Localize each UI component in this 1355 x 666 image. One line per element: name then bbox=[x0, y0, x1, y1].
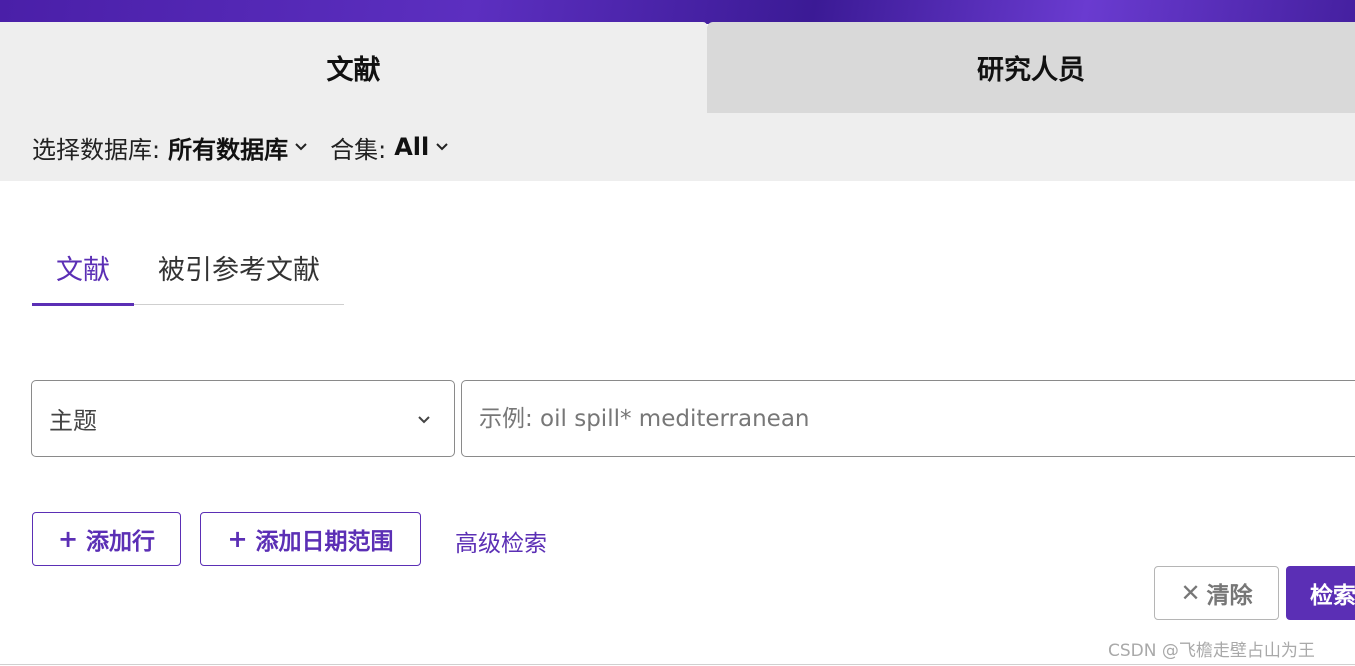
watermark: CSDN @飞檐走壁占山为王 bbox=[1108, 641, 1315, 661]
database-selector[interactable]: 选择数据库: 所有数据库 bbox=[32, 130, 308, 165]
database-value: 所有数据库 bbox=[168, 135, 289, 164]
clear-label: 清除 bbox=[1206, 583, 1253, 609]
tab-researchers[interactable]: 研究人员 bbox=[707, 22, 1355, 113]
sub-tabs: 文献 被引参考文献 bbox=[32, 236, 344, 306]
chevron-down-icon bbox=[436, 143, 448, 151]
collection-value: All bbox=[394, 133, 430, 161]
subtab-documents[interactable]: 文献 bbox=[56, 248, 110, 287]
collection-selector[interactable]: 合集: All bbox=[330, 130, 449, 165]
close-icon: ✕ bbox=[1180, 579, 1201, 607]
bottom-divider bbox=[0, 664, 1355, 665]
plus-icon: + bbox=[227, 525, 248, 553]
active-tab-indicator bbox=[32, 303, 134, 306]
search-field-value: 主题 bbox=[49, 407, 97, 435]
subtab-cited-references[interactable]: 被引参考文献 bbox=[158, 248, 320, 287]
top-banner bbox=[0, 0, 1355, 24]
search-input[interactable] bbox=[461, 380, 1355, 457]
plus-icon: + bbox=[57, 525, 79, 553]
add-row-button[interactable]: + 添加行 bbox=[32, 512, 181, 566]
tab-documents[interactable]: 文献 bbox=[0, 22, 707, 113]
add-row-label: 添加行 bbox=[86, 529, 156, 555]
add-date-range-button[interactable]: + 添加日期范围 bbox=[200, 512, 421, 566]
tab-documents-label: 文献 bbox=[326, 55, 381, 86]
search-field-select[interactable]: 主题 bbox=[31, 380, 455, 457]
add-date-range-label: 添加日期范围 bbox=[255, 529, 394, 555]
tab-researchers-label: 研究人员 bbox=[977, 55, 1085, 86]
advanced-search-link[interactable]: 高级检索 bbox=[455, 524, 547, 558]
chevron-down-icon bbox=[418, 416, 430, 424]
collection-label: 合集: bbox=[330, 135, 387, 164]
search-button[interactable]: 检索 bbox=[1286, 566, 1355, 620]
database-bar: 选择数据库: 所有数据库 合集: All bbox=[0, 113, 1355, 181]
clear-button[interactable]: ✕ 清除 bbox=[1154, 566, 1279, 620]
database-label: 选择数据库: bbox=[32, 135, 161, 164]
search-label: 检索 bbox=[1310, 583, 1355, 609]
main-tabs: 文献 研究人员 bbox=[0, 22, 1355, 113]
chevron-down-icon bbox=[295, 143, 307, 151]
